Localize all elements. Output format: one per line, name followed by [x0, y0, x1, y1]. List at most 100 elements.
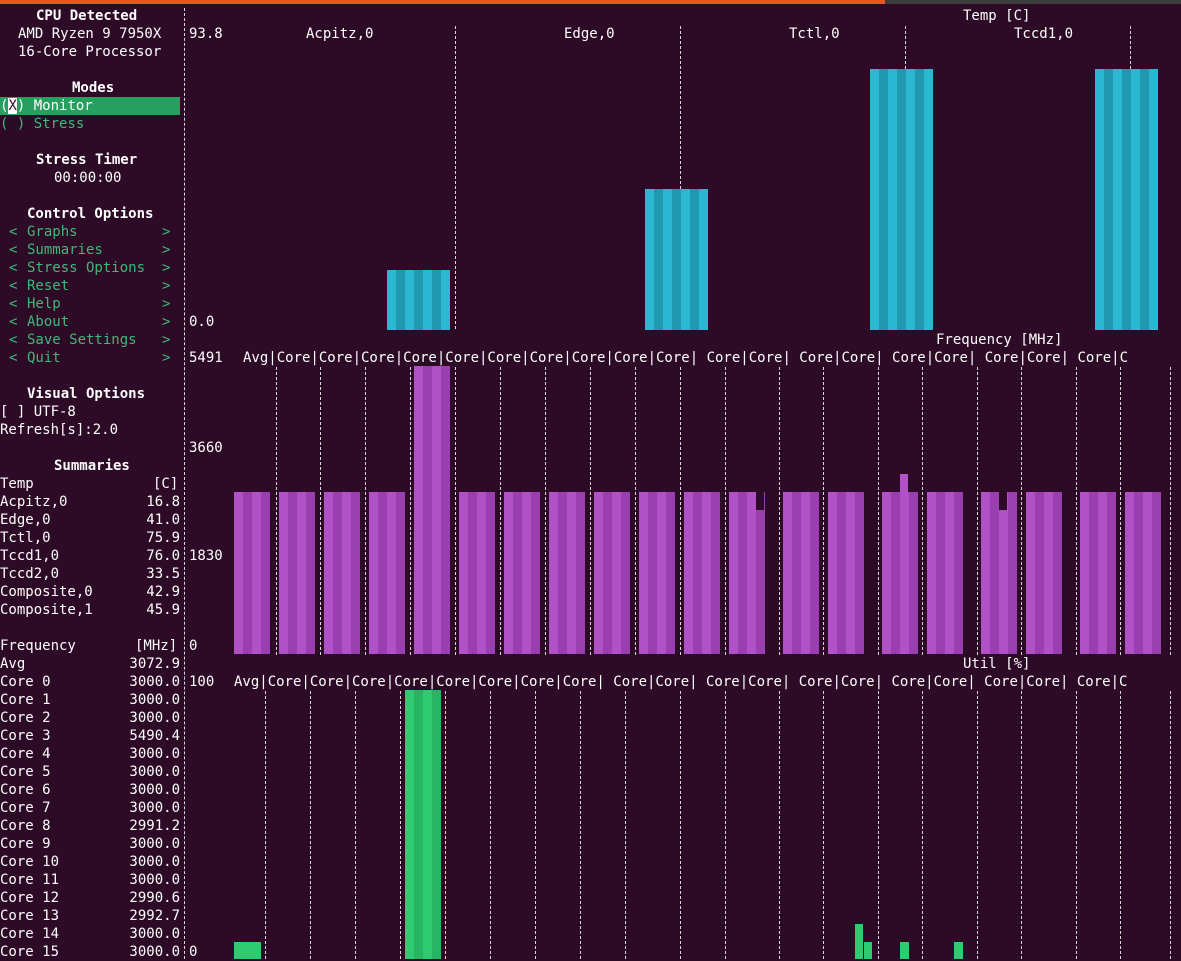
mode-monitor-radio[interactable]: (X) Monitor — [0, 97, 180, 115]
chevron-left-icon: < — [9, 296, 18, 312]
freq-core-value: 3072.9 — [129, 656, 180, 672]
control-option-2[interactable]: < Stress Options > — [0, 259, 180, 277]
chevron-right-icon: > — [162, 224, 171, 240]
util-column-divider — [1170, 691, 1171, 959]
util-bar-small — [864, 942, 872, 959]
freq-core-value: 2992.7 — [129, 908, 180, 924]
refresh-rate-field[interactable]: Refresh[s]:2.0 — [0, 421, 118, 439]
freq-core-value: 3000.0 — [129, 692, 180, 708]
control-option-label: Graphs — [27, 224, 78, 240]
freq-column-divider — [680, 367, 681, 655]
util-bar-small — [855, 924, 863, 959]
mode-stress-radio[interactable]: ( ) Stress — [0, 115, 84, 133]
freq-core-value: 3000.0 — [129, 854, 180, 870]
chevron-left-icon: < — [9, 278, 18, 294]
temp-sensor-value: 45.9 — [146, 602, 180, 618]
util-column-divider — [1021, 691, 1022, 959]
freq-core-value: 3000.0 — [129, 836, 180, 852]
control-option-5[interactable]: < About > — [0, 313, 180, 331]
chevron-left-icon: < — [9, 314, 18, 330]
freq-bar — [504, 492, 540, 654]
util-column-divider — [823, 691, 824, 959]
freq-column-divider — [276, 367, 277, 655]
temp-sensor-name: Composite,1 — [0, 602, 93, 618]
control-option-3[interactable]: < Reset > — [0, 277, 180, 295]
freq-bar-peak — [900, 474, 908, 492]
control-option-1[interactable]: < Summaries > — [0, 241, 180, 259]
freq-bar — [1125, 492, 1161, 654]
util-column-divider — [580, 691, 581, 959]
freq-bar — [927, 492, 963, 654]
util-bar-core-3 — [405, 690, 441, 959]
window-top-accent — [0, 0, 885, 4]
freq-column-divider — [1120, 367, 1121, 655]
radio-cursor: X — [8, 98, 17, 114]
freq-core-name: Core 10 — [0, 854, 60, 870]
freq-graph-ymax: 5491 — [189, 350, 223, 366]
control-option-6[interactable]: < Save Settings > — [0, 331, 180, 349]
freq-column-divider — [1076, 367, 1077, 655]
freq-bar-notch — [999, 492, 1007, 510]
temp-graph-title: Temp [C] — [963, 8, 1031, 24]
freq-bar — [459, 492, 495, 654]
temp-graph-ymax: 93.8 — [189, 26, 223, 42]
control-option-4[interactable]: < Help > — [0, 295, 180, 313]
freq-bar — [1026, 492, 1062, 654]
freq-core-name: Core 0 — [0, 674, 51, 690]
freq-column-divider — [320, 367, 321, 655]
temp-bar — [870, 69, 933, 330]
freq-bar — [684, 492, 720, 654]
control-option-label: Summaries — [27, 242, 103, 258]
freq-column-divider — [779, 367, 780, 655]
util-column-divider — [355, 691, 356, 959]
control-option-label: Reset — [27, 278, 70, 294]
summaries-title: Summaries — [54, 458, 130, 474]
chevron-right-icon: > — [162, 278, 171, 294]
freq-bar — [783, 492, 819, 654]
freq-bar — [594, 492, 630, 654]
chevron-left-icon: < — [9, 242, 18, 258]
utf8-checkbox[interactable]: [ ] UTF-8 — [0, 403, 76, 421]
freq-core-value: 3000.0 — [129, 944, 180, 960]
util-graph-title: Util [%] — [963, 656, 1031, 672]
temp-bar — [645, 189, 708, 330]
freq-column-divider — [1021, 367, 1022, 655]
util-graph-ymin: 0 — [189, 944, 198, 960]
temp-sensor-name: Tctl,0 — [0, 530, 51, 546]
control-options-title: Control Options — [27, 206, 154, 222]
freq-summary-unit: [MHz] — [135, 638, 178, 654]
freq-bar — [369, 492, 405, 654]
freq-core-name: Core 15 — [0, 944, 60, 960]
temp-sensor-value: 16.8 — [146, 494, 180, 510]
chevron-right-icon: > — [162, 350, 171, 366]
chevron-right-icon: > — [162, 242, 171, 258]
temp-sensor-name: Edge,0 — [0, 512, 51, 528]
control-option-label: About — [27, 314, 70, 330]
freq-core-name: Core 4 — [0, 746, 51, 762]
chevron-right-icon: > — [162, 260, 171, 276]
util-column-divider — [878, 691, 879, 959]
freq-bar — [279, 492, 315, 654]
freq-core-value: 5490.4 — [129, 728, 180, 744]
freq-core-value: 2991.2 — [129, 818, 180, 834]
control-option-label: Quit — [27, 350, 61, 366]
temp-sensor-value: 75.9 — [146, 530, 180, 546]
control-option-7[interactable]: < Quit > — [0, 349, 180, 367]
chevron-left-icon: < — [9, 224, 18, 240]
freq-core-name: Core 6 — [0, 782, 51, 798]
util-column-divider — [625, 691, 626, 959]
temp-bar — [1095, 69, 1158, 330]
util-graph-ymax: 100 — [189, 674, 215, 690]
freq-column-divider — [500, 367, 501, 655]
freq-bar — [234, 492, 270, 654]
temp-sensor-name: Tccd1,0 — [0, 548, 60, 564]
sidebar-divider — [184, 8, 185, 959]
freq-column-divider — [455, 367, 456, 655]
util-column-divider — [779, 691, 780, 959]
util-column-divider — [680, 691, 681, 959]
util-column-divider — [977, 691, 978, 959]
freq-bar — [828, 492, 864, 654]
freq-bar — [729, 492, 765, 654]
control-option-0[interactable]: < Graphs > — [0, 223, 180, 241]
freq-core-value: 3000.0 — [129, 710, 180, 726]
